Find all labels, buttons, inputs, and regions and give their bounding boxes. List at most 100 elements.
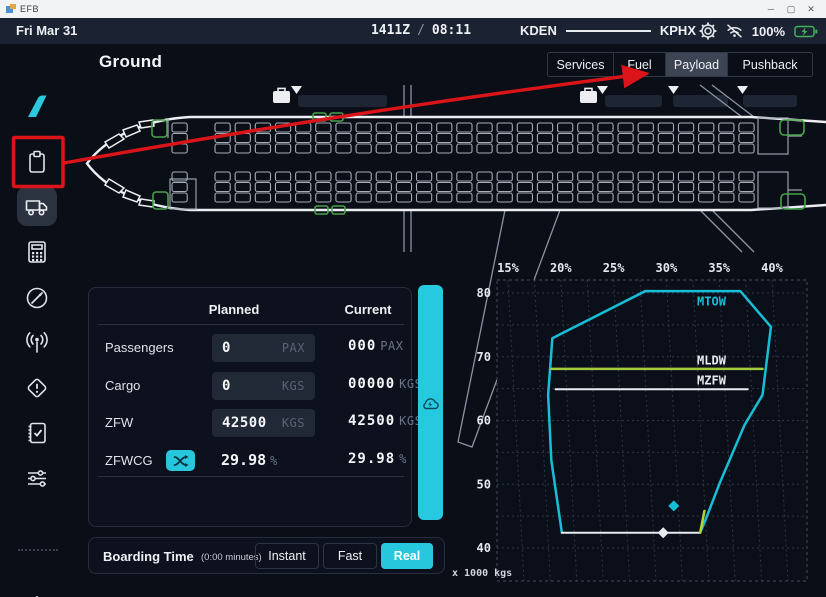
seat[interactable]	[558, 144, 573, 153]
seat[interactable]	[618, 193, 633, 202]
seat[interactable]	[255, 172, 270, 181]
seat[interactable]	[658, 123, 673, 132]
seat[interactable]	[638, 172, 653, 181]
seat[interactable]	[356, 193, 371, 202]
seat[interactable]	[336, 134, 351, 143]
seat[interactable]	[215, 183, 230, 192]
seat[interactable]	[699, 123, 714, 132]
seat[interactable]	[618, 123, 633, 132]
tab-pushback[interactable]: Pushback	[728, 53, 812, 76]
tab-payload[interactable]: Payload	[666, 53, 728, 76]
seat[interactable]	[497, 123, 512, 132]
seat[interactable]	[477, 172, 492, 181]
seat[interactable]	[356, 144, 371, 153]
seat[interactable]	[658, 172, 673, 181]
seat[interactable]	[296, 172, 311, 181]
seat[interactable]	[678, 183, 693, 192]
seat[interactable]	[275, 172, 290, 181]
wifi-off-icon[interactable]	[726, 23, 743, 39]
seat[interactable]	[275, 144, 290, 153]
seat[interactable]	[699, 183, 714, 192]
seat[interactable]	[336, 183, 351, 192]
seat[interactable]	[275, 183, 290, 192]
quick-settings-gear-icon[interactable]	[699, 22, 717, 40]
seat[interactable]	[699, 193, 714, 202]
seat[interactable]	[457, 123, 472, 132]
sidebar-item-navigation[interactable]	[17, 278, 57, 318]
seat[interactable]	[638, 123, 653, 132]
zfw-input[interactable]: 42500 KGS	[212, 409, 315, 437]
seat[interactable]	[719, 144, 734, 153]
seat[interactable]	[417, 193, 432, 202]
seat[interactable]	[497, 134, 512, 143]
seat[interactable]	[517, 172, 532, 181]
seat[interactable]	[678, 172, 693, 181]
seat[interactable]	[296, 134, 311, 143]
seat[interactable]	[255, 144, 270, 153]
seat[interactable]	[598, 123, 613, 132]
seat[interactable]	[477, 183, 492, 192]
seat[interactable]	[457, 183, 472, 192]
seat[interactable]	[437, 134, 452, 143]
seat[interactable]	[437, 144, 452, 153]
seat[interactable]	[316, 123, 331, 132]
seat[interactable]	[457, 193, 472, 202]
seat[interactable]	[296, 123, 311, 132]
seat[interactable]	[598, 172, 613, 181]
fwd-cargo-bar[interactable]	[298, 95, 387, 107]
seat[interactable]	[215, 123, 230, 132]
seat[interactable]	[215, 144, 230, 153]
seat[interactable]	[437, 183, 452, 192]
seat[interactable]	[255, 193, 270, 202]
seat[interactable]	[578, 172, 593, 181]
aft-cargo-bar-1[interactable]	[605, 95, 662, 107]
seat[interactable]	[477, 134, 492, 143]
seat[interactable]	[678, 193, 693, 202]
sidebar-item-settings[interactable]	[17, 587, 57, 597]
seat[interactable]	[376, 144, 391, 153]
sidebar-item-performance[interactable]	[17, 232, 57, 272]
sidebar-item-presets[interactable]	[17, 458, 57, 498]
maximize-button[interactable]: ▢	[782, 4, 800, 15]
seat[interactable]	[719, 134, 734, 143]
seat[interactable]	[578, 193, 593, 202]
seat[interactable]	[336, 144, 351, 153]
seat[interactable]	[578, 123, 593, 132]
seat[interactable]	[336, 172, 351, 181]
seat[interactable]	[558, 193, 573, 202]
seat[interactable]	[356, 172, 371, 181]
seat[interactable]	[678, 123, 693, 132]
seat[interactable]	[437, 123, 452, 132]
sidebar-item-dashboard[interactable]	[17, 142, 57, 182]
seat[interactable]	[396, 134, 411, 143]
seat[interactable]	[172, 134, 187, 143]
seat[interactable]	[417, 134, 432, 143]
seat[interactable]	[558, 183, 573, 192]
seat[interactable]	[558, 134, 573, 143]
seat[interactable]	[376, 193, 391, 202]
passengers-input[interactable]: 0 PAX	[212, 334, 315, 362]
sidebar-item-checklists[interactable]	[17, 413, 57, 453]
seat[interactable]	[296, 193, 311, 202]
sidebar-item-atc[interactable]	[17, 323, 57, 363]
seat[interactable]	[537, 172, 552, 181]
seat[interactable]	[497, 183, 512, 192]
seat[interactable]	[537, 134, 552, 143]
seat[interactable]	[255, 183, 270, 192]
seat[interactable]	[558, 123, 573, 132]
seat[interactable]	[316, 144, 331, 153]
seat[interactable]	[517, 183, 532, 192]
seat[interactable]	[376, 134, 391, 143]
boarding-option-real[interactable]: Real	[381, 543, 433, 569]
seat[interactable]	[618, 144, 633, 153]
seat[interactable]	[578, 183, 593, 192]
seat[interactable]	[497, 193, 512, 202]
seat[interactable]	[235, 123, 250, 132]
seat[interactable]	[255, 123, 270, 132]
sidebar-item-ground[interactable]	[17, 186, 57, 226]
seat[interactable]	[296, 183, 311, 192]
boarding-option-fast[interactable]: Fast	[323, 543, 377, 569]
seat[interactable]	[598, 183, 613, 192]
seat[interactable]	[517, 123, 532, 132]
seat[interactable]	[739, 183, 754, 192]
